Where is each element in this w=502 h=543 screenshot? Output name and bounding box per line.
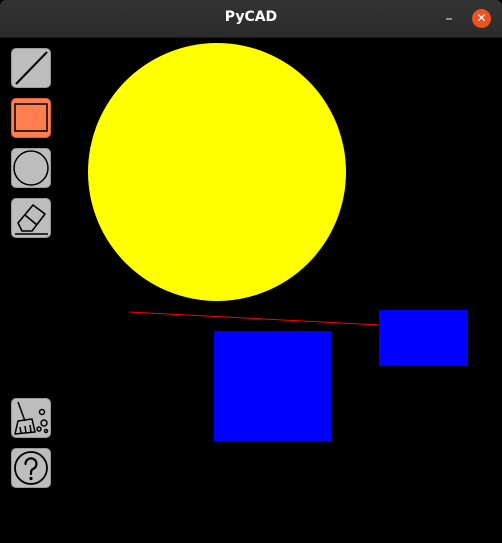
diagonal-line-icon xyxy=(15,51,48,85)
drawing-canvas[interactable] xyxy=(0,38,502,539)
minimize-button[interactable]: – xyxy=(441,9,457,29)
yellow-circle-shape[interactable] xyxy=(88,43,346,301)
circle-tool-button[interactable] xyxy=(11,148,51,188)
line-tool-button[interactable] xyxy=(11,48,51,88)
blue-square-shape[interactable] xyxy=(214,331,331,441)
rectangle-icon xyxy=(14,103,48,132)
eraser-tool-button[interactable] xyxy=(11,198,51,238)
question-mark-icon xyxy=(14,451,48,485)
circle-icon xyxy=(13,150,49,186)
window-title: PyCAD xyxy=(224,9,278,25)
close-button[interactable]: ✕ xyxy=(472,9,491,28)
broom-icon xyxy=(14,401,49,435)
title-bar[interactable]: PyCAD – ✕ xyxy=(0,0,502,38)
eraser-icon xyxy=(15,204,48,235)
pycad-window: PyCAD – ✕ xyxy=(0,0,502,539)
canvas-drawing xyxy=(88,43,468,441)
help-tool-button[interactable] xyxy=(11,448,51,488)
clear-tool-button[interactable] xyxy=(11,398,51,438)
blue-rectangle-shape[interactable] xyxy=(379,310,468,366)
red-line-shape[interactable] xyxy=(128,311,381,326)
rectangle-tool-button[interactable] xyxy=(11,98,51,138)
